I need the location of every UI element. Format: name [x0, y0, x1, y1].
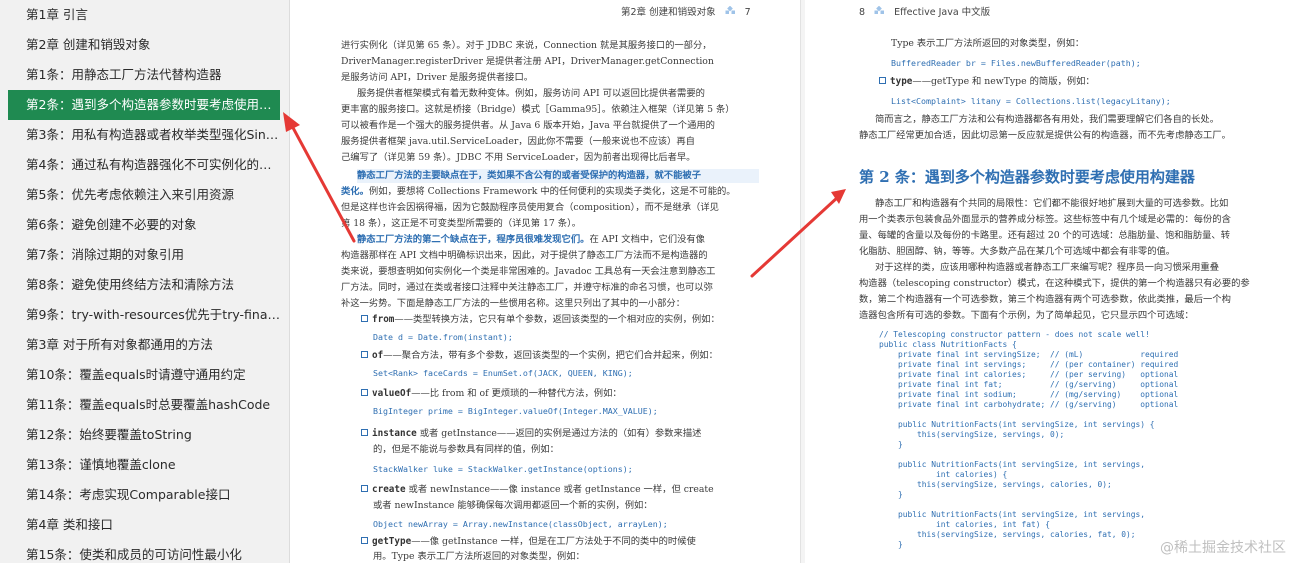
paragraph-line: 静态工厂和构造器有个共同的局限性：它们都不能很好地扩展到大量的可选参数。比如 — [875, 198, 1229, 209]
paragraph-line: 构造器那样在 API 文档中明确标识出来，因此，对于提供了静态工厂方法而不是构造… — [341, 250, 708, 261]
list-item-cont: 或者 newInstance 能够确保每次调用都返回一个新的实例，例如： — [373, 500, 653, 511]
paragraph-line: 补这一劣势。下面是静态工厂方法的一些惯用名称。这里只列出了其中的一小部分： — [341, 298, 685, 309]
toc-item[interactable]: 第15条：使类和成员的可访问性最小化 — [8, 540, 280, 563]
diamond-icon — [725, 6, 739, 18]
toc-item[interactable]: 第10条：覆盖equals时请遵守通用约定 — [8, 360, 280, 390]
paragraph-line: 用一个类表示包装食品外面显示的营养成分标签。这些标签中有几个域是必需的：每份的含 — [859, 214, 1231, 225]
book-page-right: 8 Effective Java 中文版 Type 表示工厂方法所返回的对象类型… — [805, 0, 1296, 563]
code-line: Date d = Date.from(instant); — [373, 332, 513, 342]
book-title: Effective Java 中文版 — [894, 7, 991, 18]
page-number: 7 — [744, 7, 751, 18]
highlight-sentence: 静态工厂方法的主要缺点在于，类如果不含公有的或者受保护的构造器，就不能被子 — [357, 170, 701, 181]
list-item-cont: 的，但是不能说与参数具有同样的值，例如： — [373, 444, 559, 455]
paragraph-line: 类化。例如，要想将 Collections Framework 中的任何便利的实… — [341, 186, 736, 197]
toc-item[interactable]: 第7条：消除过期的对象引用 — [8, 240, 280, 270]
paragraph-line: 对于这样的类，应该用哪种构造器或者静态工厂来编写呢？程序员一向习惯采用重叠 — [875, 262, 1219, 273]
paragraph-line: 己编写了（详见第 59 条）。JDBC 不用 ServiceLoader，因为前… — [341, 152, 696, 163]
paragraph-line: 静态工厂经常更加合适，因此切忌第一反应就是提供公有的构造器，而不先考虑静态工厂。 — [859, 130, 1231, 141]
paragraph-line: DriverManager.registerDriver 是提供者注册 API，… — [341, 56, 714, 67]
toc-item[interactable]: 第4章 类和接口 — [8, 510, 280, 540]
toc-item[interactable]: 第8条：避免使用终结方法和清除方法 — [8, 270, 280, 300]
section-title: 第 2 条：遇到多个构造器参数时要考虑使用构建器 — [859, 168, 1195, 186]
paragraph-line: 进行实例化（详见第 65 条）。对于 JDBC 来说，Connection 就是… — [341, 40, 712, 51]
toc-item[interactable]: 第14条：考虑实现Comparable接口 — [8, 480, 280, 510]
diamond-icon — [874, 6, 888, 18]
book-page-left: 第2章 创建和销毁对象 7 进行实例化（详见第 65 条）。对于 JDBC 来说… — [291, 0, 801, 563]
paragraph-line: 类来说，要想查明如何实例化一个类是非常困难的。Javadoc 工具总有一天会注意… — [341, 266, 716, 277]
list-item: from——类型转换方法，它只有单个参数，返回该类型的一个相对应的实例，例如： — [361, 312, 720, 328]
paragraph-line: 更丰富的服务接口。这就是桥接（Bridge）模式［Gamma95］。依赖注入框架… — [341, 104, 735, 115]
toc-item[interactable]: 第3章 对于所有对象都通用的方法 — [8, 330, 280, 360]
paragraph-line: 服务提供者框架模式有着无数种变体。例如，服务访问 API 可以返回比提供者需要的 — [357, 88, 705, 99]
code-line: List<Complaint> litany = Collections.lis… — [891, 96, 1171, 106]
toc-item[interactable]: 第4条：通过私有构造器强化不可实例化的能力 — [8, 150, 280, 180]
paragraph-line: 造器包含所有可选的参数。下面有个示例，为了简单起见，它只显示四个可选域： — [859, 310, 1194, 321]
paragraph-line: 简而言之，静态工厂方法和公有构造器都各有用处，我们需要理解它们各自的长处。 — [875, 114, 1219, 125]
paragraph-line: Type 表示工厂方法所返回的对象类型，例如： — [891, 38, 1085, 49]
paragraph-line: 但是这样也许会因祸得福，因为它鼓励程序员使用复合（composition），而不… — [341, 202, 719, 213]
list-item: create 或者 newInstance——像 instance 或者 get… — [361, 482, 714, 498]
toc-item[interactable]: 第13条：谨慎地覆盖clone — [8, 450, 280, 480]
toc-item[interactable]: 第1章 引言 — [8, 0, 280, 30]
list-item: of——聚合方法，带有多个参数，返回该类型的一个实例，把它们合并起来，例如： — [361, 348, 718, 364]
paragraph-line: 是服务访问 API，Driver 是服务提供者接口。 — [341, 72, 534, 83]
code-line: Object newArray = Array.newInstance(clas… — [373, 519, 668, 529]
paragraph-line: 厂方法。同时，通过在类或者接口注释中关注静态工厂，并遵守标准的命名习惯，也可以弥 — [341, 282, 713, 293]
code-line: StackWalker luke = StackWalker.getInstan… — [373, 464, 633, 474]
toc-item[interactable]: 第5条：优先考虑依赖注入来引用资源 — [8, 180, 280, 210]
code-block: // Telescoping constructor pattern - doe… — [879, 330, 1179, 549]
toc-sidebar: 第1章 引言 第2章 创建和销毁对象 第1条：用静态工厂方法代替构造器 第2条：遇到多… — [0, 0, 290, 563]
page-header-left: 第2章 创建和销毁对象 7 — [621, 4, 751, 18]
paragraph-line: 服务提供者框架 java.util.ServiceLoader，因此你不需要（一… — [341, 136, 695, 147]
toc-item[interactable]: 第1条：用静态工厂方法代替构造器 — [8, 60, 280, 90]
list-item: instance 或者 getInstance——返回的实例是通过方法的（如有）… — [361, 426, 701, 442]
paragraph-line: 化脂肪、胆固醇、钠，等等。大多数产品在某几个可选域中都会有非零的值。 — [859, 246, 1176, 257]
toc-item[interactable]: 第6条：避免创建不必要的对象 — [8, 210, 280, 240]
paragraph-line: 构造器（telescoping constructor）模式，在这种模式下，提供… — [859, 278, 1250, 289]
toc-item[interactable]: 第9条：try-with-resources优先于try-finally — [8, 300, 280, 330]
book-viewer: 第2章 创建和销毁对象 7 进行实例化（详见第 65 条）。对于 JDBC 来说… — [291, 0, 1296, 563]
list-item: valueOf——比 from 和 of 更烦琐的一种替代方法，例如： — [361, 386, 622, 402]
watermark: @稀土掘金技术社区 — [1160, 540, 1286, 556]
toc-item[interactable]: 第2条：遇到多个构造器参数时要考虑使用构... — [8, 90, 280, 120]
toc-item[interactable]: 第11条：覆盖equals时总要覆盖hashCode — [8, 390, 280, 420]
chapter-header: 第2章 创建和销毁对象 — [621, 7, 716, 18]
toc-item[interactable]: 第3条：用私有构造器或者枚举类型强化Singl... — [8, 120, 280, 150]
page-header-right: 8 Effective Java 中文版 — [859, 4, 990, 18]
paragraph-line: 量、每罐的含量以及每份的卡路里。还有超过 20 个的可选域：总脂肪量、饱和脂肪量… — [859, 230, 1231, 241]
page-number: 8 — [859, 7, 866, 18]
paragraph-line: 静态工厂方法的第二个缺点在于，程序员很难发现它们。在 API 文档中，它们没有像 — [357, 234, 705, 245]
code-line: BufferedReader br = Files.newBufferedRea… — [891, 58, 1141, 68]
code-line: BigInteger prime = BigInteger.valueOf(In… — [373, 406, 658, 416]
code-line: Set<Rank> faceCards = EnumSet.of(JACK, Q… — [373, 368, 633, 378]
paragraph-line: 数，第二个构造器有一个可选参数，第三个构造器有两个可选参数，依此类推，最后一个构 — [859, 294, 1231, 305]
list-item: getType——像 getInstance 一样，但是在工厂方法处于不同的类中… — [361, 534, 696, 550]
toc-item[interactable]: 第12条：始终要覆盖toString — [8, 420, 280, 450]
paragraph-line: 第 18 条），这正是不可变类型所需要的（详见第 17 条）。 — [341, 218, 582, 229]
list-item-cont: 用。Type 表示工厂方法所返回的对象类型，例如： — [373, 551, 585, 562]
list-item: type——getType 和 newType 的简版，例如： — [879, 74, 1095, 90]
toc-item[interactable]: 第2章 创建和销毁对象 — [8, 30, 280, 60]
paragraph-line: 可以被看作是一个强大的服务提供者。从 Java 6 版本开始，Java 平台就提… — [341, 120, 715, 131]
